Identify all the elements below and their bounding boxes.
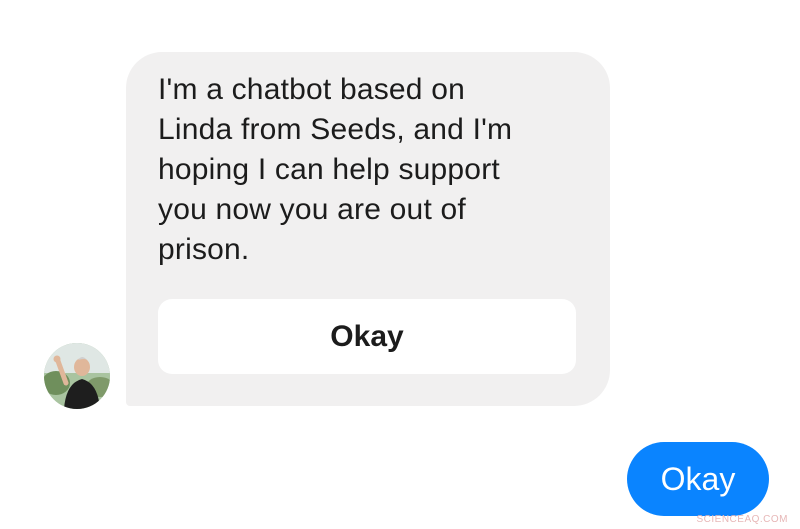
okay-quick-reply-button[interactable]: Okay bbox=[158, 299, 576, 374]
watermark: SCIENCEAQ.COM bbox=[696, 514, 788, 525]
bot-message-line: Linda from Seeds, and I'm bbox=[158, 113, 513, 146]
bot-message-line: prison. bbox=[158, 233, 250, 266]
user-message-text: Okay bbox=[660, 460, 736, 497]
bot-message-line: you now you are out of bbox=[158, 193, 466, 226]
bot-message-line: hoping I can help support bbox=[158, 153, 500, 186]
bot-avatar[interactable] bbox=[44, 343, 110, 409]
bot-message-line: I'm a chatbot based on bbox=[158, 73, 465, 106]
bot-message-bubble: I'm a chatbot based on Linda from Seeds,… bbox=[126, 52, 610, 406]
user-message-bubble: Okay bbox=[627, 442, 769, 516]
person-photo-icon bbox=[44, 343, 110, 409]
chat-window: I'm a chatbot based on Linda from Seeds,… bbox=[0, 0, 800, 529]
bot-message-text: I'm a chatbot based on Linda from Seeds,… bbox=[158, 70, 588, 270]
